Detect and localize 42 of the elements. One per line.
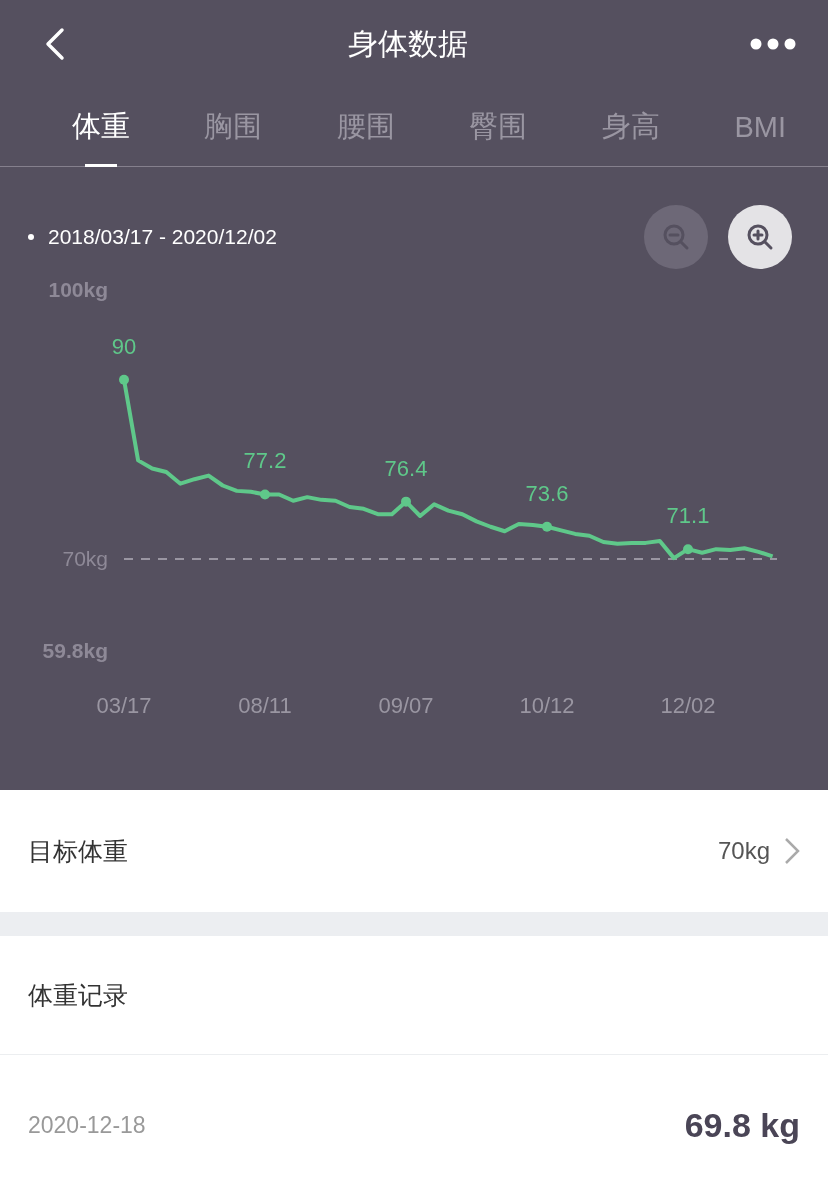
point [683, 544, 693, 555]
zoom-in-icon [745, 222, 775, 252]
goal-value[interactable]: 70kg [717, 837, 800, 865]
date-range: 2018/03/17 - 2020/12/02 [48, 225, 277, 249]
zoom-out-icon [661, 222, 691, 252]
axis-label: 59.8kg [42, 638, 108, 662]
point [119, 374, 129, 385]
tab[interactable]: 身高 [601, 88, 660, 166]
point-label: 73.6 [525, 480, 569, 532]
axis-label: 10/12 [519, 693, 575, 718]
annotation: 77.2 [243, 448, 287, 474]
axis-label: 12/02 [660, 693, 716, 718]
axis-label: 70kg [62, 547, 108, 571]
point-label: 71.1 [666, 503, 710, 555]
tab[interactable]: 臀围 [469, 88, 528, 166]
tab[interactable]: 胸围 [204, 88, 263, 166]
annotation: 71.1 [666, 503, 710, 529]
point-label: 76.4 [384, 455, 428, 507]
tab[interactable]: 腰围 [336, 88, 395, 166]
record-weight: 69.8 kg [684, 1105, 800, 1145]
axis-label: 08/11 [238, 693, 292, 718]
point [401, 496, 411, 507]
annotation: 90 [111, 333, 137, 359]
axis-label: 100kg [48, 278, 108, 301]
chevron-right-icon [784, 837, 800, 865]
page-title: 身体数据 [348, 25, 468, 62]
tab[interactable]: 体重 [72, 88, 130, 166]
point-label: 77.2 [243, 448, 287, 500]
point [542, 521, 552, 532]
record-date: 2020-12-18 [28, 1111, 146, 1139]
axis-label: 03/17 [96, 693, 152, 718]
point-label: 90 [111, 333, 137, 385]
annotation: 76.4 [384, 455, 428, 481]
tab[interactable]: BMI [734, 88, 786, 166]
section-title: 体重记录 [28, 979, 128, 1011]
bullet-icon [28, 234, 34, 240]
goal-label: 目标体重 [28, 835, 128, 867]
point [260, 489, 270, 500]
more-icon [750, 38, 796, 50]
back-icon [44, 27, 66, 61]
annotation: 73.6 [525, 480, 569, 506]
axis-label: 09/07 [378, 693, 434, 718]
